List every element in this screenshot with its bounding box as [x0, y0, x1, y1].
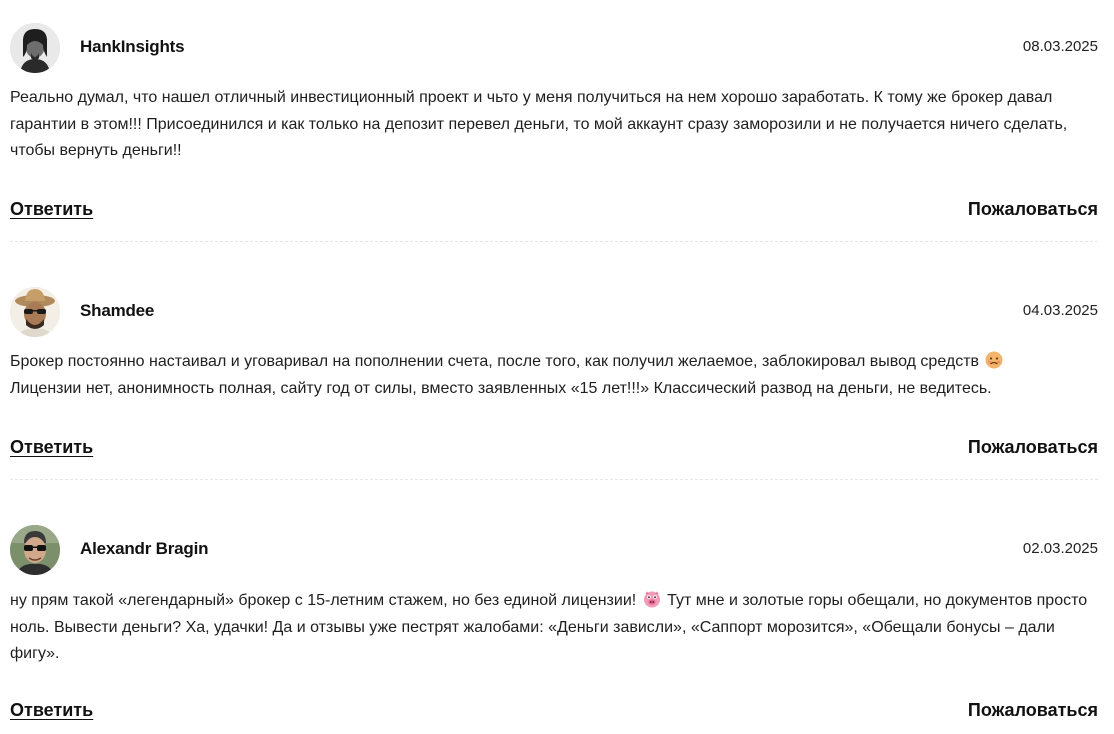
avatar: [10, 525, 60, 575]
comment-text-part: Лицензии нет, анонимность полная, сайту …: [10, 379, 992, 397]
comment-text-part: Реально думал, что нашел отличный инвест…: [10, 89, 1068, 159]
avatar: [10, 23, 60, 73]
comment-date: 02.03.2025: [1022, 540, 1098, 557]
comment-text: ну прям такой «легендарный» брокер с 15-…: [10, 588, 1100, 668]
reply-link[interactable]: Ответить: [10, 199, 93, 220]
user-photo-icon: [10, 23, 60, 73]
sad-face-emoji-icon: [985, 351, 1003, 369]
comment-author[interactable]: Alexandr Bragin: [80, 539, 209, 559]
report-link[interactable]: Пожаловаться: [968, 700, 1098, 721]
comment-item: HankInsights 08.03.2025 Реально думал, ч…: [10, 0, 1100, 242]
comment-item: Shamdee 04.03.2025 Брокер постоянно наст…: [10, 238, 1100, 480]
comments-list: HankInsights 08.03.2025 Реально думал, ч…: [10, 0, 1098, 734]
comment-header: HankInsights 08.03.2025: [10, 23, 1098, 73]
pig-face-emoji-icon: [643, 591, 660, 608]
comment-date: 08.03.2025: [1022, 38, 1098, 55]
comment-author[interactable]: Shamdee: [80, 301, 154, 321]
comment-text-part: ну прям такой «легендарный» брокер с 15-…: [10, 592, 637, 609]
comment-actions: Ответить Пожаловаться: [10, 700, 1098, 724]
user-photo-icon: [10, 287, 60, 337]
reply-link[interactable]: Ответить: [10, 437, 93, 458]
report-link[interactable]: Пожаловаться: [968, 199, 1098, 220]
comment-author[interactable]: HankInsights: [80, 37, 185, 57]
comment-text: Реально думал, что нашел отличный инвест…: [10, 85, 1100, 165]
comment-text-part: Брокер постоянно настаивал и уговаривал …: [10, 353, 980, 370]
comment-header: Shamdee 04.03.2025: [10, 287, 1098, 337]
comment-date: 04.03.2025: [1022, 302, 1098, 319]
comment-text: Брокер постоянно настаивал и уговаривал …: [10, 349, 1100, 402]
user-photo-icon: [10, 525, 60, 575]
comment-actions: Ответить Пожаловаться: [10, 437, 1098, 461]
comment-item: Alexandr Bragin 02.03.2025 ну прям такой…: [10, 476, 1098, 734]
avatar: [10, 287, 60, 337]
comment-actions: Ответить Пожаловаться: [10, 199, 1098, 223]
comment-header: Alexandr Bragin 02.03.2025: [10, 525, 1098, 575]
report-link[interactable]: Пожаловаться: [968, 437, 1098, 458]
reply-link[interactable]: Ответить: [10, 700, 93, 721]
